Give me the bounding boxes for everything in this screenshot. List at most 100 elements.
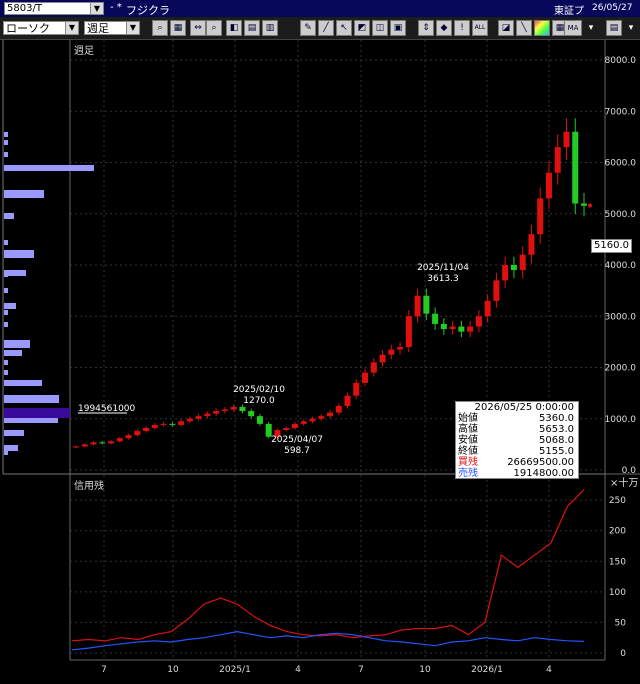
price-marker <box>588 203 592 208</box>
x-tick-label: 10 <box>419 665 431 675</box>
line-chart-icon[interactable]: ╲ <box>516 20 532 36</box>
eraser-icon[interactable]: ◫ <box>372 20 388 36</box>
sub-y-tick-label: 50 <box>615 618 627 628</box>
volume-profile-bar <box>4 213 14 219</box>
more-icon[interactable]: ▾ <box>626 20 636 36</box>
y-tick-label: 8000.0 <box>605 56 637 66</box>
candle-body <box>572 131 579 204</box>
sub-y-tick-label: 200 <box>609 527 626 537</box>
candle-body <box>81 444 88 447</box>
grid-lines <box>70 40 605 660</box>
candle-body <box>300 421 307 424</box>
stock-marker: - * <box>110 2 122 13</box>
color-icon[interactable]: ​ <box>534 20 550 36</box>
alert-icon[interactable]: ! <box>454 20 470 36</box>
annotation-price: 3613.3 <box>427 274 459 284</box>
delete-icon[interactable]: ▣ <box>390 20 406 36</box>
volume-profile-bar <box>4 132 8 137</box>
cursor-icon[interactable]: ↖ <box>336 20 352 36</box>
compare-icon[interactable]: ◧ <box>226 20 242 36</box>
volume-profile-bar <box>4 140 8 145</box>
x-tick-label: 4 <box>295 665 301 675</box>
x-tick-label: 10 <box>167 665 179 675</box>
stock-code-field[interactable]: 5803/T ▼ <box>4 2 104 15</box>
volume-profile-bar <box>4 322 8 327</box>
ohlc-date: 2026/05/25 0:00:00 <box>474 402 574 413</box>
x-tick-label: 7 <box>101 665 107 675</box>
candle-body <box>554 147 561 173</box>
y-tick-label: 3000.0 <box>605 312 637 322</box>
ohlc-label: 買残 <box>458 457 478 468</box>
chart-settings-icon[interactable]: ▥ <box>262 20 278 36</box>
title-bar: 5803/T ▼ - * フジクラ 東証プ 26/05/27 <box>0 0 640 17</box>
volume-profile-bar <box>4 340 30 348</box>
market-date: 26/05/27 <box>592 3 633 13</box>
volume-profile-bar <box>4 360 8 365</box>
candle-body <box>195 416 202 419</box>
zoom-area-icon[interactable]: ▦ <box>170 20 186 36</box>
candle-body <box>475 316 482 327</box>
candle-body <box>186 418 193 422</box>
candle-body <box>178 421 185 425</box>
ohlc-row-buy-balance: 買残 26669500.00 <box>456 457 578 468</box>
candle-body <box>143 427 150 432</box>
indicator-icon[interactable]: ◪ <box>498 20 514 36</box>
candle-body <box>362 372 369 383</box>
x-tick-label: 2025/1 <box>219 665 251 675</box>
fit-icon[interactable]: ⇔ <box>190 20 206 36</box>
range-icon[interactable]: ⇕ <box>418 20 434 36</box>
candle-body <box>116 438 123 442</box>
sub-y-tick-label: 250 <box>609 496 626 506</box>
candle-body <box>309 418 316 422</box>
candle-body <box>73 446 79 448</box>
candle-body <box>151 424 158 428</box>
all-icon[interactable]: ALL <box>472 20 488 36</box>
candle-body <box>405 316 412 347</box>
stock-code-dropdown-icon[interactable]: ▼ <box>90 3 103 14</box>
annotation-price: 598.7 <box>284 446 310 456</box>
candle-body <box>230 406 237 410</box>
candle-body <box>537 198 544 235</box>
split-icon[interactable]: ▤ <box>244 20 260 36</box>
ma-button[interactable]: MA <box>564 20 582 36</box>
layout-icon[interactable]: ▤ <box>606 20 622 36</box>
volume-profile-bar <box>4 240 8 245</box>
line-icon[interactable]: ╱ <box>318 20 334 36</box>
chart-svg[interactable]: 8000.07000.06000.05000.04000.03000.02000… <box>0 40 640 680</box>
candle-body <box>388 349 395 355</box>
volume-profile-bar <box>4 288 8 293</box>
period-select[interactable]: 週足 ▼ <box>84 21 140 35</box>
zoom-icon[interactable]: ⌕ <box>152 20 168 36</box>
trend-icon[interactable]: ◩ <box>354 20 370 36</box>
candle-body <box>528 234 535 255</box>
ohlc-row-close: 終値 5155.0 <box>456 446 578 457</box>
point-icon[interactable]: ◆ <box>436 20 452 36</box>
candle-body <box>493 280 500 301</box>
ohlc-row-open: 始値 5360.0 <box>456 413 578 424</box>
candle-body <box>335 405 342 413</box>
candle-body <box>134 431 141 436</box>
annotation-price: 1270.0 <box>243 396 275 406</box>
menu-icon[interactable]: ▾ <box>586 20 596 36</box>
chart-type-select[interactable]: ローソク ▼ <box>3 21 79 35</box>
volume-profile-bar <box>4 152 8 157</box>
ohlc-value: 5653.0 <box>539 424 574 435</box>
ohlc-label: 高値 <box>458 424 478 435</box>
annotation-date: 2025/04/07 <box>271 435 323 445</box>
candle-body <box>449 326 456 330</box>
candle-body <box>283 427 290 431</box>
ohlc-label: 始値 <box>458 413 478 424</box>
ohlc-value: 26669500.00 <box>507 457 574 468</box>
search-icon[interactable]: ⌕ <box>206 20 222 36</box>
ohlc-info-box: 2026/05/25 0:00:00 始値 5360.0 高値 5653.0 安… <box>455 401 579 479</box>
candle-body <box>440 323 447 330</box>
candle-body <box>99 442 106 444</box>
candles <box>73 118 587 448</box>
chart-type-dropdown-icon[interactable]: ▼ <box>65 22 78 34</box>
y-tick-label: 4000.0 <box>605 261 637 271</box>
pen-icon[interactable]: ✎ <box>300 20 316 36</box>
candle-body <box>563 131 570 148</box>
period-dropdown-icon[interactable]: ▼ <box>126 22 139 34</box>
period-value: 週足 <box>87 22 109 35</box>
candle-body <box>160 423 167 425</box>
